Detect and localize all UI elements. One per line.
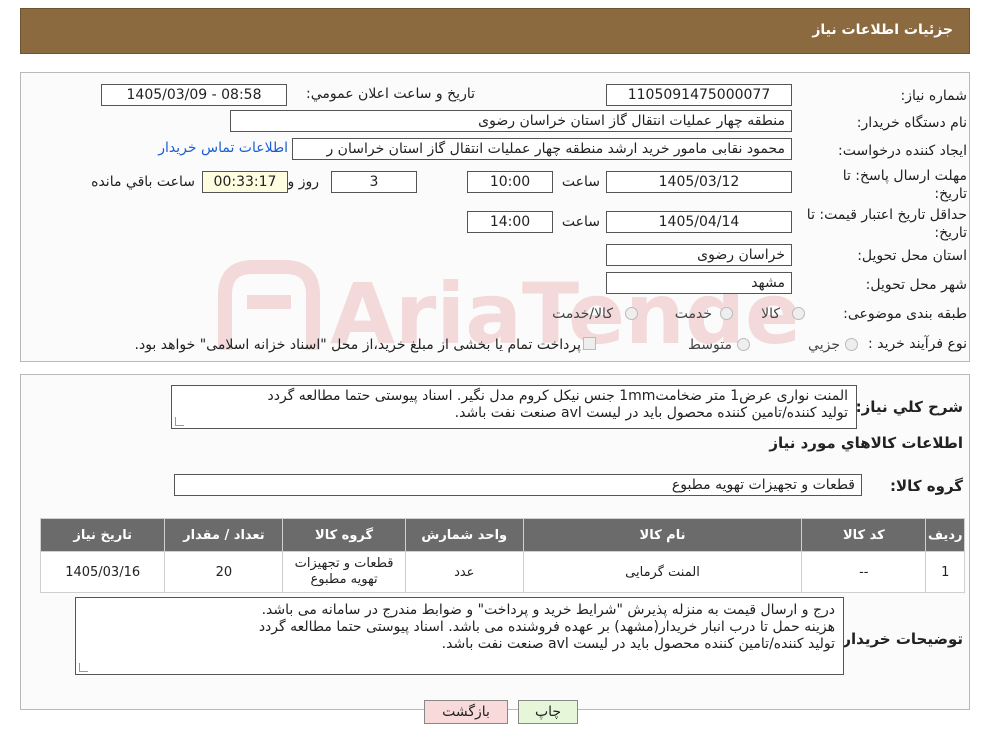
col-quantity: تعداد / مقدار (164, 518, 284, 552)
announce-date-label: تاریخ و ساعت اعلان عمومي: (306, 86, 475, 102)
validity-time-field: 14:00 (467, 211, 553, 233)
print-button[interactable]: چاپ (518, 700, 578, 724)
goods-table: رديف کد کالا نام کالا واحد شمارش گروه کا… (39, 518, 965, 593)
validity-date-field: 1405/04/14 (606, 211, 792, 233)
need-number-label: شماره نیاز: (900, 88, 968, 104)
need-number-field: 1105091475000077 (606, 84, 792, 106)
deadline-label: مهلت ارسال پاسخ: تا تاريخ: (842, 168, 967, 202)
cell-group: قطعات و تجهيزات تهويه مطبوع (282, 551, 406, 593)
province-field: خراسان رضوی (606, 244, 792, 266)
cell-row: 1 (925, 551, 965, 593)
validity-time-label: ساعت (561, 214, 600, 230)
days-label: روز و (287, 174, 320, 190)
city-label: شهر محل تحويل: (865, 277, 967, 293)
goods-table-header: رديف کد کالا نام کالا واحد شمارش گروه کا… (39, 518, 965, 552)
page-header: جزئیات اطلاعات نیاز (20, 8, 970, 54)
goods-group-field: قطعات و تجهيزات تهويه مطبوع (174, 474, 862, 496)
category-goods-radio[interactable] (792, 307, 805, 320)
buyer-notes-textarea[interactable]: درج و ارسال قيمت به منزله پذيرش "شرايط خ… (75, 597, 844, 675)
buyer-notes-line-1: درج و ارسال قيمت به منزله پذيرش "شرايط خ… (261, 602, 835, 618)
remaining-time-field: 00:33:17 (202, 171, 288, 193)
goods-group-label: گروه کالا: (890, 477, 963, 495)
cell-code: -- (801, 551, 927, 593)
cell-name: المنت گرمايی (522, 551, 803, 593)
process-minor-radio[interactable] (845, 338, 858, 351)
deadline-date-field: 1405/03/12 (606, 171, 792, 193)
deadline-time-label: ساعت (561, 174, 600, 190)
summary-textarea[interactable]: المنت نواری عرض1 متر ضخامت1mm جنس نيکل ک… (171, 385, 857, 429)
buyer-notes-line-3: توليد کننده/تامين کننده محصول بايد در لي… (441, 636, 835, 652)
category-label: طبقه بندی موضوعی: (843, 306, 967, 322)
process-note: پرداخت تمام يا بخشی از مبلغ خريد،از محل … (134, 337, 581, 353)
category-goods-label: کالا (761, 306, 780, 322)
buyer-org-field: منطقه چهار عمليات انتقال گاز استان خراسا… (230, 110, 792, 132)
col-code: کد کالا (801, 518, 927, 552)
category-goods-service-label: کالا/خدمت (552, 306, 613, 322)
buyer-notes-label: توضيحات خريدار: (836, 630, 963, 648)
resize-grip-icon[interactable] (79, 663, 88, 672)
category-service-label: خدمت (674, 306, 712, 322)
col-name: نام کالا (522, 518, 803, 552)
summary-line-1: المنت نواری عرض1 متر ضخامت1mm جنس نيکل ک… (267, 388, 848, 404)
goods-section-title: اطلاعات کالاهاي مورد نياز (769, 434, 963, 452)
process-medium-label: متوسط (688, 337, 732, 353)
cell-date: 1405/03/16 (39, 551, 166, 593)
table-row: 1 -- المنت گرمايی عدد قطعات و تجهيزات ته… (39, 551, 965, 593)
cell-unit: عدد (404, 551, 524, 593)
col-row: رديف (925, 518, 965, 552)
process-type-label: نوع فرآيند خريد : (868, 336, 967, 352)
col-date: تاريخ نياز (39, 518, 166, 552)
announce-date-field: 1405/03/09 - 08:58 (101, 84, 287, 106)
summary-label: شرح کلي نياز: (855, 398, 963, 416)
category-goods-service-radio[interactable] (625, 307, 638, 320)
deadline-time-field: 10:00 (467, 171, 553, 193)
process-medium-radio[interactable] (737, 338, 750, 351)
treasury-checkbox[interactable] (583, 337, 596, 350)
buyer-notes-line-2: هزينه حمل تا درب انبار خريدار(مشهد) بر ع… (258, 619, 835, 635)
creator-field: محمود نقابی مامور خريد ارشد منطقه چهار ع… (292, 138, 792, 160)
col-unit: واحد شمارش (404, 518, 524, 552)
days-field: 3 (331, 171, 417, 193)
cell-quantity: 20 (164, 551, 284, 593)
page-title: جزئیات اطلاعات نیاز (812, 22, 953, 38)
back-button[interactable]: بازگشت (424, 700, 508, 724)
col-group: گروه کالا (282, 518, 406, 552)
category-service-radio[interactable] (720, 307, 733, 320)
summary-line-2: توليد کننده/تامين کننده محصول بايد در لي… (454, 405, 848, 421)
buyer-org-label: نام دستگاه خريدار: (856, 115, 967, 131)
province-label: استان محل تحويل: (857, 248, 967, 264)
process-minor-label: جزيي (808, 337, 840, 353)
validity-label: حداقل تاريخ اعتبار قيمت: تا تاريخ: (806, 207, 967, 241)
buyer-contact-link[interactable]: اطلاعات تماس خريدار (158, 140, 288, 156)
remaining-time-label: ساعت باقي مانده (91, 174, 195, 190)
resize-grip-icon[interactable] (175, 417, 184, 426)
creator-label: ايجاد کننده درخواست: (838, 143, 967, 159)
city-field: مشهد (606, 272, 792, 294)
